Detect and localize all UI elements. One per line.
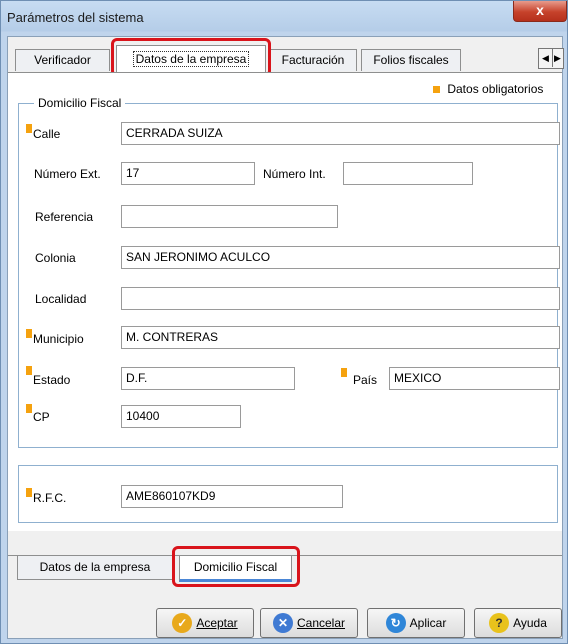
localidad-input[interactable]	[121, 287, 560, 310]
cp-label: CP	[33, 410, 50, 424]
cancel-x-icon: ✕	[272, 613, 293, 633]
required-marker-icon	[26, 329, 32, 338]
calle-label: Calle	[33, 127, 61, 141]
cancelar-button[interactable]: ✕ Cancelar	[260, 608, 358, 638]
tab-scroll-buttons[interactable]: ◀ ▶	[538, 48, 564, 69]
colonia-input[interactable]: SAN JERONIMO ACULCO	[121, 246, 560, 269]
required-marker-icon	[26, 488, 32, 497]
cp-input[interactable]: 10400	[121, 405, 241, 428]
aceptar-button[interactable]: ✓ Aceptar	[156, 608, 254, 638]
group-domicilio-fiscal	[18, 103, 558, 448]
tab-facturacion[interactable]: Facturación	[269, 49, 357, 71]
required-legend-text: Datos obligatorios	[447, 82, 544, 96]
help-question-icon: ?	[489, 613, 510, 633]
ayuda-label: Ayuda	[513, 616, 547, 630]
tab-bottom-datos-de-la-empresa[interactable]: Datos de la empresa	[17, 556, 173, 580]
aceptar-label: Aceptar	[196, 616, 238, 630]
dialog-window: Parámetros del sistema x Verificador Dat…	[0, 0, 568, 644]
pais-label: País	[353, 373, 378, 387]
required-marker-icon	[26, 366, 32, 375]
required-marker-icon	[341, 368, 347, 377]
scroll-right-icon[interactable]: ▶	[552, 49, 561, 67]
aplicar-label: Aplicar	[409, 616, 447, 630]
scroll-left-icon[interactable]: ◀	[542, 49, 549, 67]
rfc-label: R.F.C.	[33, 491, 67, 505]
group-caption: Domicilio Fiscal	[34, 96, 126, 110]
numero-int-label: Número Int.	[263, 167, 326, 181]
municipio-input[interactable]: M. CONTRERAS	[121, 326, 560, 349]
rfc-input[interactable]: AME860107KD9	[121, 485, 343, 508]
close-button[interactable]: x	[513, 1, 567, 22]
pais-input[interactable]: MEXICO	[389, 367, 560, 390]
ayuda-button[interactable]: ? Ayuda	[474, 608, 562, 638]
numero-ext-input[interactable]: 17	[121, 162, 255, 185]
highlight-bottom-tab	[172, 546, 300, 587]
tab-verificador[interactable]: Verificador	[15, 49, 110, 71]
estado-label: Estado	[33, 373, 71, 387]
calle-input[interactable]: CERRADA SUIZA	[121, 122, 560, 145]
required-marker-icon	[26, 404, 32, 413]
municipio-label: Municipio	[33, 332, 84, 346]
check-icon: ✓	[172, 613, 193, 633]
colonia-label: Colonia	[35, 251, 76, 265]
estado-input[interactable]: D.F.	[121, 367, 295, 390]
numero-ext-label: Número Ext.	[34, 167, 101, 181]
required-marker-icon	[433, 86, 440, 93]
tab-folios-fiscales[interactable]: Folios fiscales	[361, 49, 461, 71]
cancelar-label: Cancelar	[296, 616, 346, 630]
aplicar-button[interactable]: ↻ Aplicar	[367, 608, 465, 638]
referencia-input[interactable]	[121, 205, 338, 228]
apply-arrow-icon: ↻	[385, 613, 406, 633]
numero-int-input[interactable]	[343, 162, 473, 185]
required-legend: Datos obligatorios	[433, 82, 543, 96]
required-marker-icon	[26, 124, 32, 133]
localidad-label: Localidad	[35, 292, 87, 306]
window-title: Parámetros del sistema	[7, 10, 144, 25]
referencia-label: Referencia	[35, 210, 94, 224]
